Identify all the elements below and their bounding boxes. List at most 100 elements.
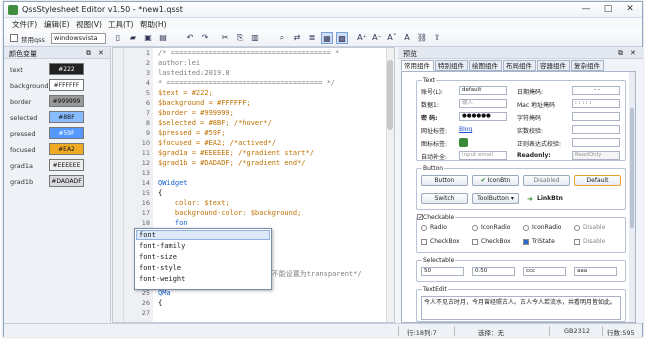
- variable-color-chip[interactable]: #FFFFFF: [49, 79, 84, 91]
- variable-row-background[interactable]: background #FFFFFF: [4, 78, 110, 94]
- disable-qss-checkbox[interactable]: [10, 34, 18, 42]
- variable-color-chip[interactable]: #EEEEEE: [49, 159, 84, 171]
- icon-button[interactable]: ✔ IconBtn: [472, 175, 519, 186]
- menu-help[interactable]: 帮助(H): [140, 19, 167, 30]
- style-select[interactable]: windowsvista: [51, 33, 106, 44]
- code-line: $grad1b = #DADADF; /*gradient end*/: [158, 159, 306, 167]
- link-button[interactable]: LinkBtn: [537, 195, 563, 202]
- save-icon[interactable]: ▣: [142, 32, 154, 44]
- plain-button[interactable]: Button: [421, 175, 468, 186]
- variable-color-chip[interactable]: #222: [49, 63, 84, 75]
- export-icon[interactable]: ⇪: [431, 32, 443, 44]
- tristate-checkbox[interactable]: [523, 239, 529, 245]
- variable-row-pressed[interactable]: pressed #59F: [4, 126, 110, 142]
- minimize-button[interactable]: —: [576, 3, 596, 16]
- checkbox-1[interactable]: [421, 239, 427, 245]
- combo-aaa[interactable]: aaa: [574, 267, 617, 276]
- number-input[interactable]: 输入: [459, 99, 507, 108]
- variable-color-chip[interactable]: #59F: [49, 127, 84, 139]
- tool-button[interactable]: ToolButton ▾: [472, 193, 519, 204]
- save-as-icon[interactable]: ▤: [157, 32, 169, 44]
- close-button[interactable]: ✕: [620, 3, 640, 16]
- font-increase-icon[interactable]: A⁺: [356, 32, 368, 44]
- open-folder-icon[interactable]: ▰: [127, 32, 139, 44]
- variable-color-chip[interactable]: #DADADF: [49, 175, 84, 187]
- password-input[interactable]: ●●●●●●: [459, 112, 507, 121]
- tab-complex[interactable]: 复杂组件: [571, 60, 604, 71]
- combo-ccc[interactable]: ccc: [523, 267, 566, 276]
- editor-scrollbar[interactable]: [386, 48, 394, 322]
- preview-float-icon[interactable]: ⧉: [618, 49, 623, 58]
- variable-row-text[interactable]: text #222: [4, 62, 110, 78]
- checkable-group-checkbox[interactable]: ✓: [417, 214, 423, 221]
- spinbox-int[interactable]: 50: [421, 267, 464, 276]
- variable-row-grad1b[interactable]: grad1b #DADADF: [4, 174, 110, 190]
- tab-special[interactable]: 特别组件: [435, 60, 468, 71]
- checkbox-2[interactable]: [472, 239, 478, 245]
- blog-link[interactable]: Blog: [459, 126, 472, 133]
- editor-scroll-thumb[interactable]: [387, 60, 393, 130]
- paste-icon[interactable]: ▥: [249, 32, 261, 44]
- switch-button[interactable]: Switch: [421, 193, 468, 204]
- line-number: 10: [141, 139, 150, 147]
- realtime-input[interactable]: [572, 125, 620, 134]
- code-line: $grad1a = #EEEEEE; /*gradient start*/: [158, 149, 314, 157]
- preview-close-icon[interactable]: ✕: [630, 49, 636, 57]
- grid-icon[interactable]: ▩: [336, 32, 348, 44]
- tab-container[interactable]: 容器组件: [537, 60, 570, 71]
- menu-view[interactable]: 视图(V): [76, 19, 102, 30]
- variable-row-grad1a[interactable]: grad1a #EEEEEE: [4, 158, 110, 174]
- autocomplete-item[interactable]: font-style: [139, 264, 181, 272]
- link-icon[interactable]: ⛓: [416, 32, 428, 44]
- charmask-input[interactable]: [572, 112, 620, 121]
- variable-row-focused[interactable]: focused #EA2: [4, 142, 110, 158]
- default-button[interactable]: Default: [574, 175, 621, 186]
- button-group: Button Button ✔ IconBtn Disabled Default…: [416, 165, 626, 210]
- panel-close-icon[interactable]: ✕: [98, 49, 104, 57]
- text-edit[interactable]: 今人不见古时月，今月曾经照古人。古人今人若流水，共看明月皆如此。: [421, 296, 621, 320]
- autocomplete-item[interactable]: font-weight: [139, 275, 185, 283]
- copy-icon[interactable]: ⎘: [234, 32, 246, 44]
- date-input[interactable]: - -: [572, 86, 620, 95]
- autocomplete-popup[interactable]: font font-family font-size font-style font-w…: [134, 228, 272, 290]
- menu-edit[interactable]: 编辑(E): [44, 19, 70, 30]
- float-icon[interactable]: ⧉: [86, 49, 91, 58]
- radio-button[interactable]: [421, 225, 427, 231]
- replace-icon[interactable]: ⇄: [291, 32, 303, 44]
- preview-scroll-thumb[interactable]: [630, 108, 634, 228]
- menu-file[interactable]: 文件(F): [12, 19, 37, 30]
- new-file-icon[interactable]: ▯: [112, 32, 124, 44]
- menu-tools[interactable]: 工具(T): [108, 19, 133, 30]
- account-input[interactable]: default: [459, 86, 507, 95]
- variable-color-chip[interactable]: #EA2: [49, 143, 84, 155]
- undo-icon[interactable]: ↶: [184, 32, 196, 44]
- autocomplete-item[interactable]: font-size: [139, 253, 177, 261]
- cut-icon[interactable]: ✂: [219, 32, 231, 44]
- font-size-icon[interactable]: Aˇ: [386, 32, 398, 44]
- font-style-icon[interactable]: A: [401, 32, 413, 44]
- variable-row-border[interactable]: border #999999: [4, 94, 110, 110]
- line-number: 15: [141, 189, 150, 197]
- autocomplete-item[interactable]: font: [139, 231, 156, 239]
- icon-radio-button-1[interactable]: [472, 225, 478, 231]
- email-input[interactable]: input email: [459, 151, 507, 160]
- mac-input[interactable]: : : : : :: [572, 99, 620, 108]
- spinbox-double[interactable]: 0.50: [472, 267, 515, 276]
- app-window: QssStylesheet Editor v1.50 - *new1.qsst …: [3, 1, 643, 337]
- maximize-button[interactable]: □: [598, 3, 618, 16]
- font-decrease-icon[interactable]: A⁻: [371, 32, 383, 44]
- tab-layout[interactable]: 布局组件: [503, 60, 536, 71]
- tab-common[interactable]: 常用组件: [401, 60, 434, 71]
- layout-icon[interactable]: ▦: [321, 32, 333, 44]
- preview-scrollbar[interactable]: [629, 72, 635, 322]
- icon-radio-button-2[interactable]: [523, 225, 529, 231]
- variable-row-selected[interactable]: selected #8BF: [4, 110, 110, 126]
- variable-color-chip[interactable]: #999999: [49, 95, 84, 107]
- regex-input[interactable]: [572, 138, 620, 147]
- tab-drawing[interactable]: 绘图组件: [469, 60, 502, 71]
- variable-color-chip[interactable]: #8BF: [49, 111, 84, 123]
- find-icon[interactable]: ⌕: [276, 32, 288, 44]
- autocomplete-item[interactable]: font-family: [139, 242, 185, 250]
- redo-icon[interactable]: ↷: [199, 32, 211, 44]
- comment-icon[interactable]: ≣: [306, 32, 318, 44]
